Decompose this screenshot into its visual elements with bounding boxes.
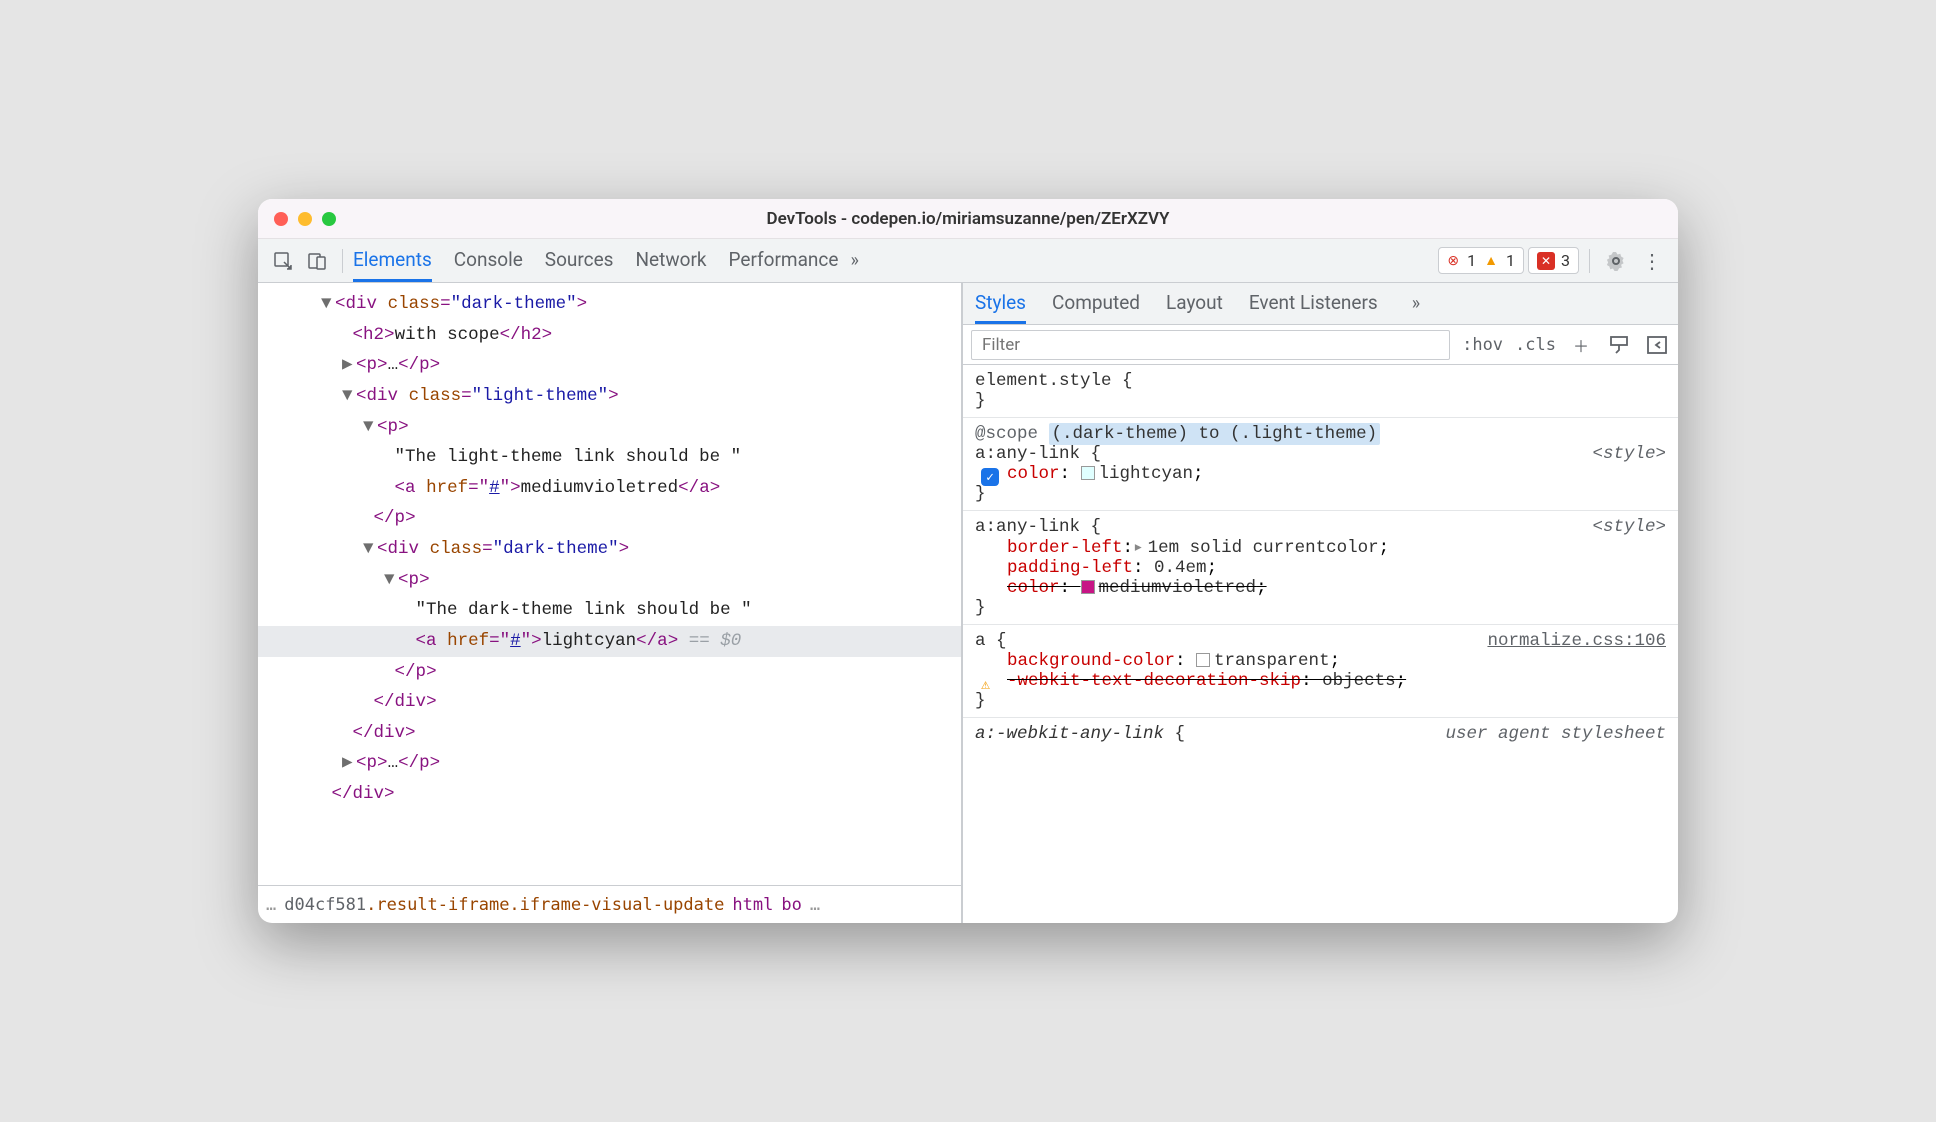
content-area: ▼<div class="dark-theme"> <h2>with scope… <box>258 283 1678 923</box>
tab-console[interactable]: Console <box>454 239 523 282</box>
tab-network[interactable]: Network <box>635 239 706 282</box>
color-swatch[interactable] <box>1081 580 1095 594</box>
more-menu-icon[interactable]: ⋮ <box>1636 245 1668 277</box>
breadcrumb-ellipsis[interactable]: … <box>266 895 276 915</box>
issues-badge[interactable]: ✕ 3 <box>1528 247 1579 274</box>
dom-node[interactable]: ▶<p>…</p> <box>258 350 961 381</box>
breadcrumb-item[interactable]: d04cf581.result-iframe.iframe-visual-upd… <box>284 895 724 915</box>
error-warning-badge[interactable]: ⊗ 1 ▲ 1 <box>1438 247 1524 274</box>
prop-checkbox[interactable]: ✓ <box>981 468 999 486</box>
dom-node[interactable]: ▶<p>…</p> <box>258 748 961 779</box>
filter-input[interactable] <box>971 330 1450 360</box>
error-icon: ⊗ <box>1447 253 1459 269</box>
new-rule-icon[interactable]: ＋ <box>1568 332 1594 358</box>
dom-node[interactable]: <h2>with scope</h2> <box>258 320 961 351</box>
computed-toggle-icon[interactable] <box>1644 332 1670 358</box>
dom-node[interactable]: ▼<div class="light-theme"> <box>258 381 961 412</box>
breadcrumb-item[interactable]: html <box>732 895 773 915</box>
rule-source-link[interactable]: <style> <box>1592 444 1666 464</box>
traffic-lights <box>274 212 336 226</box>
dom-node[interactable]: </p> <box>258 657 961 688</box>
style-rule[interactable]: normalize.css:106a { background-color: t… <box>963 625 1678 718</box>
rule-source-link[interactable]: normalize.css:106 <box>1487 631 1666 651</box>
rule-source-link[interactable]: <style> <box>1592 517 1666 537</box>
styles-panel: Styles Computed Layout Event Listeners »… <box>963 283 1678 923</box>
breadcrumb[interactable]: … d04cf581.result-iframe.iframe-visual-u… <box>258 885 961 923</box>
warning-count: 1 <box>1506 251 1515 270</box>
dom-tree[interactable]: ▼<div class="dark-theme"> <h2>with scope… <box>258 283 961 885</box>
tab-performance[interactable]: Performance <box>729 239 839 282</box>
maximize-button[interactable] <box>322 212 336 226</box>
subtab-layout[interactable]: Layout <box>1166 283 1223 324</box>
minimize-button[interactable] <box>298 212 312 226</box>
hov-toggle[interactable]: :hov <box>1462 335 1503 355</box>
breadcrumb-ellipsis[interactable]: … <box>810 895 820 915</box>
main-toolbar: Elements Console Sources Network Perform… <box>258 239 1678 283</box>
sidebar-tabs: Styles Computed Layout Event Listeners » <box>963 283 1678 325</box>
style-rule[interactable]: element.style { } <box>963 365 1678 418</box>
tab-sources[interactable]: Sources <box>545 239 614 282</box>
color-swatch[interactable] <box>1196 653 1210 667</box>
main-tabs: Elements Console Sources Network Perform… <box>353 239 838 282</box>
style-rule[interactable]: user agent stylesheeta:-webkit-any-link … <box>963 718 1678 750</box>
dom-node[interactable]: </div> <box>258 779 961 810</box>
issue-icon: ✕ <box>1537 252 1555 270</box>
dom-node[interactable]: ▼<div class="dark-theme"> <box>258 289 961 320</box>
tab-elements[interactable]: Elements <box>353 239 432 282</box>
format-icon[interactable] <box>1606 332 1632 358</box>
dom-node[interactable]: ▼<div class="dark-theme"> <box>258 534 961 565</box>
color-swatch[interactable] <box>1081 466 1095 480</box>
device-toggle-icon[interactable] <box>302 246 332 276</box>
rule-source-label: user agent stylesheet <box>1445 724 1666 744</box>
settings-icon[interactable] <box>1600 245 1632 277</box>
error-count: 1 <box>1467 251 1476 270</box>
dom-text[interactable]: "The light-theme link should be " <box>258 442 961 473</box>
style-rule[interactable]: @scope (.dark-theme) to (.light-theme) <… <box>963 418 1678 511</box>
dom-node[interactable]: ▼<p> <box>258 412 961 443</box>
more-subtabs-icon[interactable]: » <box>1404 293 1428 314</box>
dom-node[interactable]: </div> <box>258 718 961 749</box>
style-rule[interactable]: <style>a:any-link { border-left:▸1em sol… <box>963 511 1678 625</box>
inspect-icon[interactable] <box>268 246 298 276</box>
dom-node[interactable]: <a href="#">mediumvioletred</a> <box>258 473 961 504</box>
styles-body[interactable]: element.style { } @scope (.dark-theme) t… <box>963 365 1678 923</box>
dom-text[interactable]: "The dark-theme link should be " <box>258 595 961 626</box>
warning-icon: ⚠ <box>981 675 990 694</box>
titlebar: DevTools - codepen.io/miriamsuzanne/pen/… <box>258 199 1678 239</box>
separator <box>1589 249 1590 273</box>
window-title: DevTools - codepen.io/miriamsuzanne/pen/… <box>258 209 1678 229</box>
breadcrumb-item[interactable]: bo <box>781 895 801 915</box>
separator <box>342 249 343 273</box>
issues-count: 3 <box>1561 251 1570 270</box>
dom-node[interactable]: </div> <box>258 687 961 718</box>
subtab-computed[interactable]: Computed <box>1052 283 1140 324</box>
styles-toolbar: :hov .cls ＋ <box>963 325 1678 365</box>
subtab-styles[interactable]: Styles <box>975 283 1026 324</box>
dom-node[interactable]: ▼<p> <box>258 565 961 596</box>
elements-panel: ▼<div class="dark-theme"> <h2>with scope… <box>258 283 963 923</box>
cls-toggle[interactable]: .cls <box>1515 335 1556 355</box>
more-tabs-icon[interactable]: » <box>842 250 866 271</box>
close-button[interactable] <box>274 212 288 226</box>
devtools-window: DevTools - codepen.io/miriamsuzanne/pen/… <box>258 199 1678 923</box>
warning-icon: ▲ <box>1484 252 1498 269</box>
subtab-event-listeners[interactable]: Event Listeners <box>1249 283 1378 324</box>
dom-node-selected[interactable]: <a href="#">lightcyan</a> == $0 <box>258 626 961 657</box>
dom-node[interactable]: </p> <box>258 503 961 534</box>
